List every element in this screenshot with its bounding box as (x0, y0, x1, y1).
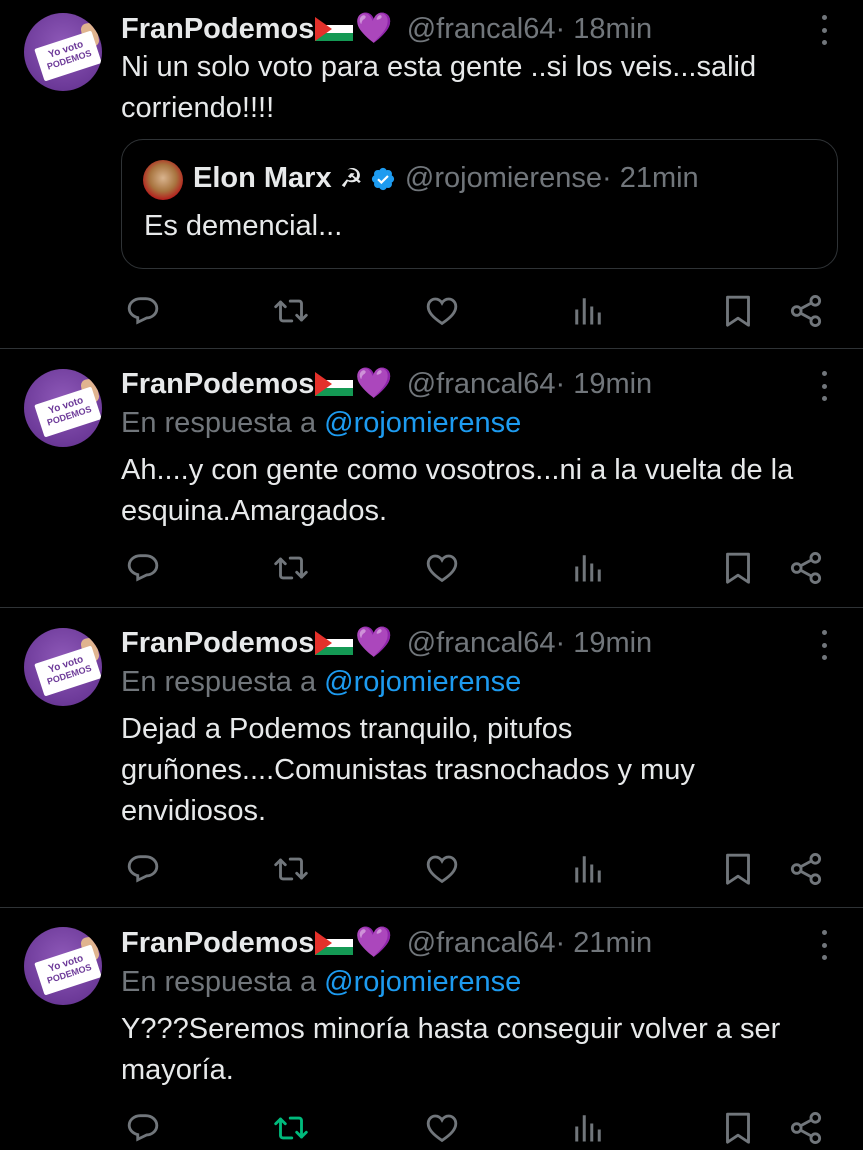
quoted-author-handle: @rojomierense (404, 162, 602, 194)
reply-context: En respuesta a @rojomierense (121, 966, 521, 999)
more-options-icon[interactable] (819, 371, 829, 401)
reply-context: En respuesta a @rojomierense (121, 666, 521, 699)
retweet-icon[interactable] (273, 851, 309, 887)
tweet-header: FranPodemos 💜 @francal64 · 19min (121, 625, 652, 661)
author-name[interactable]: FranPodemos (121, 13, 314, 46)
views-icon[interactable] (570, 1110, 606, 1146)
tweet-actions (0, 293, 863, 333)
tweet-actions (0, 1110, 863, 1150)
author-handle[interactable]: @francal64 (407, 927, 556, 960)
verified-badge-icon (371, 167, 395, 190)
like-icon[interactable] (424, 1110, 460, 1146)
reply-context: En respuesta a @rojomierense (121, 407, 521, 440)
tweet[interactable]: Yo voto PODEMOS FranPodemos 💜 @francal64… (0, 608, 863, 908)
reply-mention-link[interactable]: @rojomierense (324, 407, 521, 439)
quoted-tweet-header: Elon Marx ☭ @rojomierense · 21min (193, 162, 699, 195)
like-icon[interactable] (424, 851, 460, 887)
author-name[interactable]: FranPodemos (121, 368, 314, 401)
palestine-flag-icon (315, 372, 354, 396)
purple-heart-icon: 💜 (355, 367, 393, 400)
share-icon[interactable] (788, 293, 824, 329)
reply-label: En respuesta a (121, 966, 325, 998)
tweet-text: Dejad a Podemos tranquilo, pitufos gruño… (121, 713, 695, 827)
avatar-ballot: Yo voto PODEMOS (34, 645, 102, 697)
avatar-ballot: Yo voto PODEMOS (34, 944, 102, 996)
quoted-tweet[interactable]: Elon Marx ☭ @rojomierense · 21min Es dem… (121, 139, 838, 269)
tweet[interactable]: Yo voto PODEMOS FranPodemos 💜 @francal64… (0, 908, 863, 1144)
author-handle[interactable]: @francal64 (407, 627, 556, 660)
author-name[interactable]: FranPodemos (121, 927, 314, 960)
timestamp[interactable]: · 19min (555, 627, 652, 660)
reply-icon[interactable] (125, 550, 161, 586)
like-icon[interactable] (424, 550, 460, 586)
avatar-ballot: Yo voto PODEMOS (34, 386, 102, 438)
timestamp[interactable]: · 19min (555, 368, 652, 401)
tweet[interactable]: Yo voto PODEMOS FranPodemos 💜 @francal64… (0, 0, 863, 349)
quoted-timestamp: · 21min (601, 162, 699, 194)
purple-heart-icon: 💜 (355, 626, 393, 659)
reply-mention-link[interactable]: @rojomierense (324, 966, 521, 998)
author-handle[interactable]: @francal64 (407, 13, 556, 46)
avatar[interactable]: Yo voto PODEMOS (24, 369, 102, 447)
retweet-icon[interactable] (273, 550, 309, 586)
timestamp[interactable]: · 18min (555, 13, 652, 46)
reply-icon[interactable] (125, 1110, 161, 1146)
retweet-icon[interactable] (273, 1110, 309, 1146)
tweet-header: FranPodemos 💜 @francal64 · 19min (121, 366, 652, 402)
tweet[interactable]: Yo voto PODEMOS FranPodemos 💜 @francal64… (0, 349, 863, 608)
timestamp[interactable]: · 21min (555, 927, 652, 960)
bookmark-icon[interactable] (720, 293, 756, 329)
palestine-flag-icon (315, 931, 354, 955)
share-icon[interactable] (788, 1110, 824, 1146)
quoted-tweet-text: Es demencial... (144, 210, 343, 242)
share-icon[interactable] (788, 550, 824, 586)
reply-label: En respuesta a (121, 666, 325, 698)
like-icon[interactable] (424, 293, 460, 329)
palestine-flag-icon (315, 17, 354, 41)
bookmark-icon[interactable] (720, 550, 756, 586)
reply-label: En respuesta a (121, 407, 325, 439)
hammer-sickle-icon: ☭ (339, 163, 363, 193)
tweet-header: FranPodemos 💜 @francal64 · 18min (121, 11, 652, 47)
views-icon[interactable] (570, 293, 606, 329)
avatar-ballot: Yo voto PODEMOS (34, 30, 102, 82)
purple-heart-icon: 💜 (355, 926, 393, 959)
avatar[interactable]: Yo voto PODEMOS (24, 13, 102, 91)
avatar[interactable] (143, 160, 183, 200)
tweet-actions (0, 550, 863, 590)
author-name[interactable]: FranPodemos (121, 627, 314, 660)
bookmark-icon[interactable] (720, 851, 756, 887)
avatar[interactable]: Yo voto PODEMOS (24, 927, 102, 1005)
retweet-icon[interactable] (273, 293, 309, 329)
more-options-icon[interactable] (819, 630, 829, 660)
tweet-text: Y???Seremos minoría hasta conseguir volv… (121, 1013, 781, 1086)
share-icon[interactable] (788, 851, 824, 887)
bookmark-icon[interactable] (720, 1110, 756, 1146)
reply-icon[interactable] (125, 293, 161, 329)
author-handle[interactable]: @francal64 (407, 368, 556, 401)
views-icon[interactable] (570, 851, 606, 887)
purple-heart-icon: 💜 (355, 12, 393, 45)
more-options-icon[interactable] (819, 930, 829, 960)
palestine-flag-icon (315, 631, 354, 655)
reply-mention-link[interactable]: @rojomierense (324, 666, 521, 698)
tweet-text: Ni un solo voto para esta gente ..si los… (121, 51, 757, 124)
more-options-icon[interactable] (819, 15, 829, 45)
tweet-text: Ah....y con gente como vosotros...ni a l… (121, 454, 794, 527)
tweet-header: FranPodemos 💜 @francal64 · 21min (121, 925, 652, 961)
quoted-author-name: Elon Marx (193, 162, 332, 194)
avatar[interactable]: Yo voto PODEMOS (24, 628, 102, 706)
tweet-actions (0, 851, 863, 891)
views-icon[interactable] (570, 550, 606, 586)
reply-icon[interactable] (125, 851, 161, 887)
